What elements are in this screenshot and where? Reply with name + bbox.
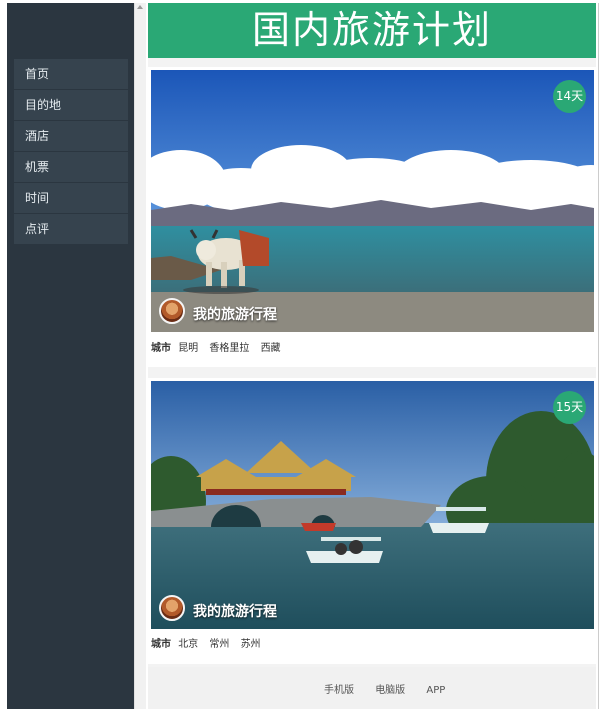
mobile-version-link[interactable]: 手机版 xyxy=(324,685,354,696)
city-item[interactable]: 北京 xyxy=(178,639,198,650)
sidebar-item-hotel[interactable]: 酒店 xyxy=(14,121,128,151)
desktop-version-link[interactable]: 电脑版 xyxy=(375,685,405,696)
city-item[interactable]: 常州 xyxy=(209,639,229,650)
avatar xyxy=(159,298,185,324)
trip-card[interactable]: 15天 我的旅游行程 城市 北京 常州 苏州 xyxy=(148,378,596,664)
city-item[interactable]: 苏州 xyxy=(241,639,261,650)
duration-badge: 15天 xyxy=(553,391,586,424)
trip-photo: 14天 我的旅游行程 xyxy=(151,70,594,332)
city-list: 城市 昆明 香格里拉 西藏 xyxy=(151,339,289,354)
sidebar-item-destination[interactable]: 目的地 xyxy=(14,90,128,120)
scroll-up-icon[interactable] xyxy=(137,5,143,9)
trip-title[interactable]: 我的旅游行程 xyxy=(193,601,277,621)
city-item[interactable]: 昆明 xyxy=(178,343,198,354)
sidebar-item-home[interactable]: 首页 xyxy=(14,59,128,89)
sidebar-item-flights[interactable]: 机票 xyxy=(14,152,128,182)
duration-badge: 14天 xyxy=(553,80,586,113)
trip-photo: 15天 我的旅游行程 xyxy=(151,381,594,629)
city-label: 城市 xyxy=(151,639,171,650)
sidebar: 首页 目的地 酒店 机票 时间 点评 xyxy=(7,3,134,709)
trip-title[interactable]: 我的旅游行程 xyxy=(193,304,277,324)
sidebar-item-reviews[interactable]: 点评 xyxy=(14,214,128,244)
sidebar-item-time[interactable]: 时间 xyxy=(14,183,128,213)
main-content: 国内旅游计划 14天 我的旅游行程 城市 昆明 香格里拉 西藏 15天 我的旅游… xyxy=(148,3,596,709)
avatar xyxy=(159,595,185,621)
trip-card[interactable]: 14天 我的旅游行程 城市 昆明 香格里拉 西藏 xyxy=(148,67,596,367)
pavilion-bridge-image xyxy=(151,381,594,629)
city-item[interactable]: 西藏 xyxy=(261,343,281,354)
lake-yak-image xyxy=(151,70,594,332)
page-title: 国内旅游计划 xyxy=(148,3,596,58)
divider xyxy=(598,3,599,709)
sidebar-menu: 首页 目的地 酒店 机票 时间 点评 xyxy=(14,59,128,245)
city-label: 城市 xyxy=(151,343,171,354)
footer-links: 手机版 电脑版 APP xyxy=(324,681,463,696)
city-item[interactable]: 香格里拉 xyxy=(209,343,249,354)
city-list: 城市 北京 常州 苏州 xyxy=(151,635,269,650)
scrollbar[interactable] xyxy=(134,3,146,709)
app-link[interactable]: APP xyxy=(426,685,445,696)
footer: 手机版 电脑版 APP xyxy=(148,667,596,709)
